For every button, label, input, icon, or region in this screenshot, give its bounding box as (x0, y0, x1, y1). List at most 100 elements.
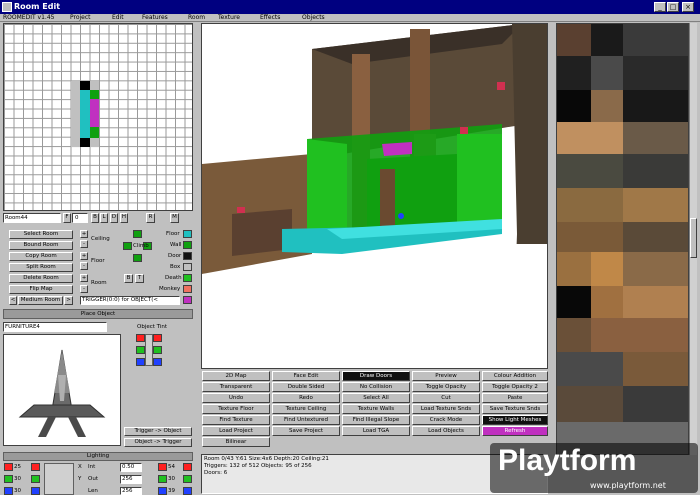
tint-red-left[interactable] (136, 334, 145, 342)
colour-addition-button[interactable]: Colour Addition (482, 371, 548, 381)
prev-room-button[interactable]: < (9, 296, 17, 305)
light-right-red-swatch[interactable] (158, 463, 167, 471)
undo-button[interactable]: Undo (202, 393, 270, 403)
room-size-selector[interactable]: Medium Room (18, 296, 63, 305)
menu-features[interactable]: Features (142, 14, 168, 22)
light-right-green-swatch[interactable] (158, 475, 167, 483)
sector-wall-swatch[interactable] (183, 241, 192, 249)
room-up-button[interactable]: + (80, 274, 88, 282)
floor-down-button[interactable]: - (80, 262, 88, 270)
toggle-opacity-button[interactable]: Toggle Opacity (412, 382, 480, 392)
load-tga-button[interactable]: Load TGA (342, 426, 410, 436)
texture-scrollbar[interactable] (689, 23, 697, 455)
flip-value-field[interactable]: 0 (72, 213, 88, 223)
room-d-button[interactable]: D (110, 213, 118, 223)
light-left-green-right[interactable] (31, 475, 40, 483)
copy-room-button[interactable]: Copy Room (9, 252, 73, 261)
tint-green-right[interactable] (153, 346, 162, 354)
minimize-button[interactable]: _ (654, 2, 666, 12)
climb-west[interactable] (123, 242, 132, 250)
ceiling-up-button[interactable]: + (80, 230, 88, 238)
maximize-button[interactable]: □ (667, 2, 679, 12)
save-project-button[interactable]: Save Project (272, 426, 340, 436)
texture-walls-button[interactable]: Texture Walls (342, 404, 410, 414)
floor-up-button[interactable]: + (80, 252, 88, 260)
find-illegal-slope-button[interactable]: Find Illegal Slope (342, 415, 410, 425)
sector-floor-swatch[interactable] (183, 230, 192, 238)
room-m-button[interactable]: M (170, 213, 179, 223)
crack-mode-button[interactable]: Crack Mode (412, 415, 480, 425)
save-texture-snds-button[interactable]: Save Texture Snds (482, 404, 548, 414)
sector-door-swatch[interactable] (183, 252, 192, 260)
tint-blue-right[interactable] (153, 358, 162, 366)
select-all-button[interactable]: Select All (342, 393, 410, 403)
cut-button[interactable]: Cut (412, 393, 480, 403)
object-to-trigger-button[interactable]: Object -> Trigger (124, 438, 192, 447)
t-toggle-button[interactable]: T (135, 274, 144, 283)
bilinear-button[interactable]: Bilinear (202, 437, 270, 447)
room-h-button[interactable]: H (120, 213, 128, 223)
menu-room[interactable]: Room (188, 14, 205, 22)
room-b-button[interactable]: B (91, 213, 99, 223)
refresh-button[interactable]: Refresh (482, 426, 548, 436)
draw-doors-button[interactable]: Draw Doors (342, 371, 410, 381)
menu-edit[interactable]: Edit (112, 14, 124, 22)
face-edit-button[interactable]: Face Edit (272, 371, 340, 381)
light-right-red-right[interactable] (183, 463, 192, 471)
light-right-green-right[interactable] (183, 475, 192, 483)
sector-death-swatch[interactable] (183, 274, 192, 282)
find-texture-button[interactable]: Find Texture (202, 415, 270, 425)
bound-room-button[interactable]: Bound Room (9, 241, 73, 250)
find-untextured-button[interactable]: Find Untextured (272, 415, 340, 425)
trigger-info-field[interactable]: TRIGGER(0:0) for OBJECT(< (80, 296, 180, 305)
room-l-button[interactable]: L (100, 213, 108, 223)
menu-objects[interactable]: Objects (302, 14, 325, 22)
redo-button[interactable]: Redo (272, 393, 340, 403)
transparent-button[interactable]: Transparent (202, 382, 270, 392)
load-texture-snds-button[interactable]: Load Texture Snds (412, 404, 480, 414)
texture-palette[interactable] (556, 23, 689, 455)
b-toggle-button[interactable]: B (124, 274, 133, 283)
load-objects-button[interactable]: Load Objects (412, 426, 480, 436)
menu-project[interactable]: Project (70, 14, 91, 22)
tint-green-left[interactable] (136, 346, 145, 354)
light-int-field[interactable]: 0.50 (120, 463, 142, 472)
texture-scroll-thumb[interactable] (690, 218, 697, 258)
texture-floor-button[interactable]: Texture Floor (202, 404, 270, 414)
split-room-button[interactable]: Split Room (9, 263, 73, 272)
light-left-blue-right[interactable] (31, 487, 40, 495)
flip-map-button[interactable]: Flip Map (9, 285, 73, 294)
place-object-header[interactable]: Place Object (3, 309, 193, 319)
double-sided-button[interactable]: Double Sided (272, 382, 340, 392)
sector-monkey-swatch[interactable] (183, 285, 192, 293)
show-light-meshes-button[interactable]: Show Light Meshes (482, 415, 548, 425)
light-left-blue-swatch[interactable] (4, 487, 13, 495)
light-left-red-right[interactable] (31, 463, 40, 471)
close-button[interactable]: × (682, 2, 694, 12)
sector-box-swatch[interactable] (183, 263, 192, 271)
room-name-field[interactable]: Room44 (3, 213, 61, 223)
light-right-blue-right[interactable] (183, 487, 192, 495)
next-room-button[interactable]: > (64, 296, 73, 305)
menu-texture[interactable]: Texture (218, 14, 240, 22)
preview-button[interactable]: Preview (412, 371, 480, 381)
texture-ceiling-button[interactable]: Texture Ceiling (272, 404, 340, 414)
tint-red-right[interactable] (153, 334, 162, 342)
climb-south[interactable] (133, 254, 142, 262)
light-direction-box[interactable] (44, 463, 74, 495)
select-room-button[interactable]: Select Room (9, 230, 73, 239)
room-down-button[interactable]: - (80, 285, 88, 293)
light-len-field[interactable]: 256 (120, 487, 142, 495)
light-out-field[interactable]: 256 (120, 475, 142, 484)
menu-effects[interactable]: Effects (260, 14, 280, 22)
tint-blue-left[interactable] (136, 358, 145, 366)
flip-f-button[interactable]: F (63, 213, 71, 223)
sector-trigger-swatch[interactable] (183, 296, 192, 304)
light-left-red-swatch[interactable] (4, 463, 13, 471)
light-right-blue-swatch[interactable] (158, 487, 167, 495)
trigger-to-object-button[interactable]: Trigger -> Object (124, 427, 192, 436)
ceiling-down-button[interactable]: - (80, 240, 88, 248)
climb-north[interactable] (133, 230, 142, 238)
viewport-3d[interactable] (201, 23, 548, 369)
light-left-green-swatch[interactable] (4, 475, 13, 483)
